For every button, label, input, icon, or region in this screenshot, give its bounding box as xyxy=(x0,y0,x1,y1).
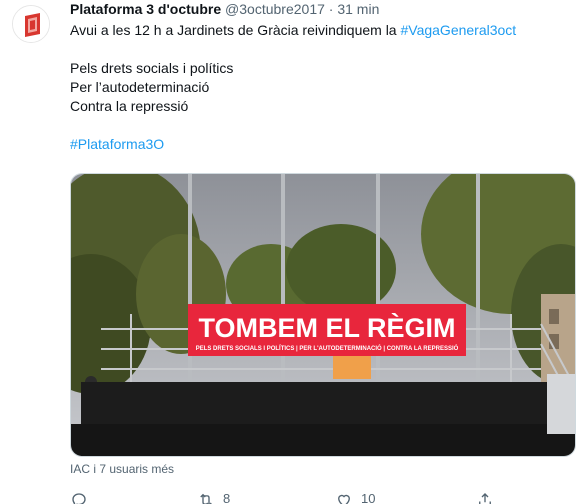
tweet-line-4: Contra la repressió xyxy=(70,98,189,114)
banner-main-text: TOMBEM EL RÈGIM xyxy=(198,312,455,343)
heart-icon xyxy=(338,494,350,504)
tweet-timestamp[interactable]: 31 min xyxy=(337,1,379,17)
share-button[interactable] xyxy=(476,488,494,504)
tweet-line-3: Per l’autodeterminació xyxy=(70,79,210,95)
tweet-line-2: Pels drets socials i polítics xyxy=(70,60,234,76)
hashtag-link[interactable]: #VagaGeneral3oct xyxy=(400,22,516,38)
tweet-line-1: Avui a les 12 h a Jardinets de Gràcia re… xyxy=(70,21,570,40)
plataforma-logo-icon xyxy=(13,6,49,42)
reply-button[interactable] xyxy=(70,488,88,504)
retweet-icon xyxy=(200,493,212,504)
avatar[interactable] xyxy=(12,5,50,43)
share-icon xyxy=(479,493,491,504)
author-handle[interactable]: @3octubre2017 xyxy=(225,1,325,17)
reply-icon xyxy=(72,493,86,504)
tweet-actions: 8 10 xyxy=(70,488,500,504)
tweet-photo[interactable]: TOMBEM EL RÈGIM PELS DRETS SOCIALS I POL… xyxy=(70,173,576,457)
author-name[interactable]: Plataforma 3 d'octubre xyxy=(70,1,221,17)
like-count: 10 xyxy=(361,491,376,504)
like-button[interactable]: 10 xyxy=(335,488,375,504)
banner-sub-text: PELS DRETS SOCIALS I POLÍTICS | PER L'AU… xyxy=(196,344,459,352)
hashtag-link[interactable]: #Plataforma3O xyxy=(70,136,164,152)
tweet-body: Avui a les 12 h a Jardinets de Gràcia re… xyxy=(70,21,570,154)
separator-dot: · xyxy=(328,1,334,17)
retweet-count: 8 xyxy=(223,491,231,504)
protest-stage-photo: TOMBEM EL RÈGIM PELS DRETS SOCIALS I POL… xyxy=(71,174,575,456)
tweet-header: Plataforma 3 d'octubre @3octubre2017 · 3… xyxy=(70,0,379,18)
tagged-users[interactable]: IAC i 7 usuaris més xyxy=(70,462,174,477)
tweet-text-segment: Avui a les 12 h a Jardinets de Gràcia re… xyxy=(70,22,401,38)
retweet-button[interactable]: 8 xyxy=(197,488,230,504)
